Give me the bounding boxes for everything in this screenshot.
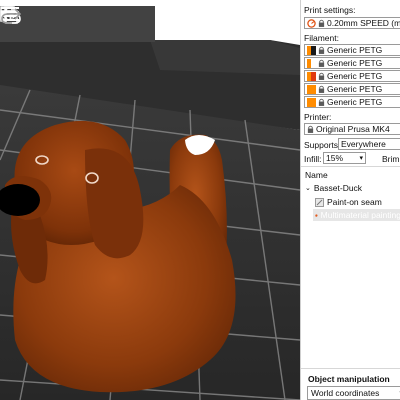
redo-button[interactable] bbox=[1, 6, 155, 42]
speed-profile-icon bbox=[307, 18, 316, 28]
object-item-basset-duck[interactable]: ⌄ Basset-Duck bbox=[305, 183, 362, 193]
lock-icon bbox=[318, 46, 325, 54]
layers-button[interactable] bbox=[1, 6, 93, 42]
filament-label: Filament: bbox=[304, 33, 339, 43]
printer-label: Printer: bbox=[304, 112, 332, 122]
lock-icon bbox=[318, 59, 325, 67]
filament-row-1[interactable]: Generic PETG bbox=[304, 44, 400, 56]
coordinates-value: World coordinates bbox=[311, 388, 380, 398]
lock-icon bbox=[318, 72, 325, 80]
filament-row-2[interactable]: Generic PETG bbox=[304, 57, 400, 69]
print-settings-combo[interactable]: 0.20mm SPEED (mc bbox=[304, 17, 400, 29]
chevron-down-icon: ▾ bbox=[359, 155, 363, 162]
infill-combo[interactable]: 15% ▾ bbox=[323, 152, 366, 164]
3d-viewport[interactable]: P bbox=[0, 0, 300, 400]
lock-icon bbox=[307, 125, 314, 133]
filament-color-swatch bbox=[307, 45, 316, 55]
coordinates-select[interactable]: World coordinates ▾ bbox=[307, 386, 400, 400]
supports-combo[interactable]: Everywhere bbox=[338, 138, 400, 150]
filament-name: Generic PETG bbox=[327, 71, 383, 81]
undo-button[interactable] bbox=[0, 6, 124, 42]
filament-name: Generic PETG bbox=[327, 45, 383, 55]
filament-row-3[interactable]: Generic PETG bbox=[304, 70, 400, 82]
filament-color-swatch bbox=[307, 58, 316, 68]
filament-color-swatch bbox=[307, 97, 316, 107]
settings-sidebar: Print settings: 0.20mm SPEED (mc Filamen… bbox=[300, 0, 400, 400]
printer-value: Original Prusa MK4 bbox=[316, 124, 390, 134]
printer-combo[interactable]: Original Prusa MK4 bbox=[304, 123, 400, 135]
lock-icon bbox=[318, 98, 325, 106]
filament-name: Generic PETG bbox=[327, 58, 383, 68]
object-manipulation-title: Object manipulation bbox=[308, 374, 390, 384]
object-name: Basset-Duck bbox=[313, 183, 363, 193]
supports-value: Everywhere bbox=[341, 139, 386, 149]
viewport-toolbar: P bbox=[0, 6, 155, 42]
divider bbox=[301, 166, 400, 167]
infill-label: Infill: bbox=[304, 154, 322, 164]
redo-icon bbox=[1, 8, 22, 24]
filament-color-swatch bbox=[307, 84, 316, 94]
infill-value: 15% bbox=[326, 153, 344, 163]
object-list-header: Name bbox=[305, 170, 328, 180]
object-item-label: Multimaterial painting bbox=[320, 210, 400, 220]
brim-label: Brim: bbox=[382, 154, 400, 164]
filament-name: Generic PETG bbox=[327, 97, 383, 107]
chevron-down-icon: ⌄ bbox=[305, 185, 311, 192]
print-settings-value: 0.20mm SPEED (mc bbox=[327, 18, 400, 28]
filament-row-5[interactable]: Generic PETG bbox=[304, 96, 400, 108]
paint-icon bbox=[315, 213, 318, 217]
object-item-label: Paint-on seam bbox=[327, 197, 382, 207]
scene-canvas[interactable] bbox=[0, 0, 300, 400]
filament-row-4[interactable]: Generic PETG bbox=[304, 83, 400, 95]
object-item-multimaterial[interactable]: Multimaterial painting bbox=[313, 209, 400, 221]
divider bbox=[301, 368, 400, 369]
paste-button[interactable]: P bbox=[0, 6, 62, 42]
seam-icon bbox=[315, 197, 324, 207]
lock-icon bbox=[318, 19, 325, 27]
lock-icon bbox=[318, 85, 325, 93]
filament-color-swatch bbox=[307, 71, 316, 81]
supports-label: Supports: bbox=[304, 140, 341, 150]
print-settings-label: Print settings: bbox=[304, 5, 356, 15]
object-item-paint-on-seam[interactable]: Paint-on seam bbox=[315, 197, 382, 207]
filament-name: Generic PETG bbox=[327, 84, 383, 94]
